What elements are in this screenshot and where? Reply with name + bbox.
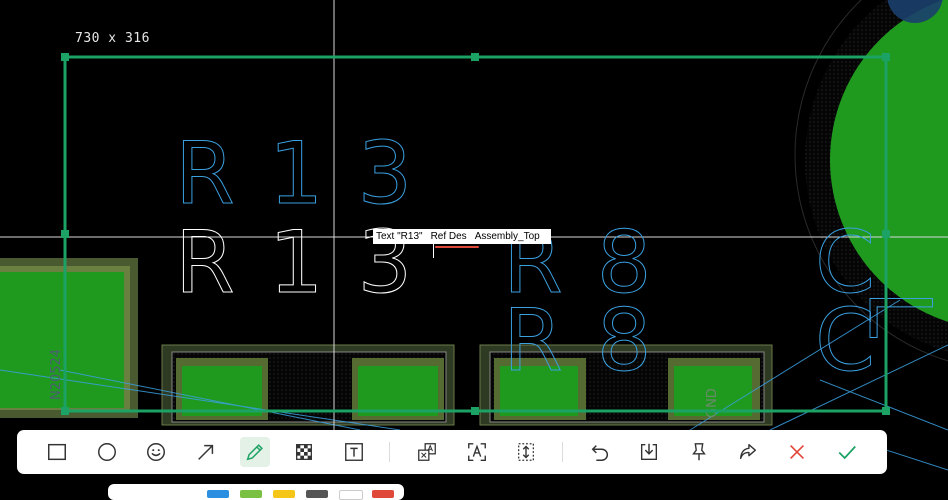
share-icon (739, 443, 757, 460)
close-icon (789, 444, 805, 460)
ellipse-tool[interactable] (92, 437, 122, 467)
undo-icon (591, 445, 608, 461)
color-swatch-blue[interactable] (207, 490, 229, 498)
text-cursor (433, 241, 434, 258)
handle-mr[interactable] (882, 230, 890, 238)
color-palette (108, 484, 404, 500)
circle-icon (98, 443, 116, 461)
arrow-tool[interactable] (191, 437, 221, 467)
handle-bm[interactable] (471, 407, 479, 415)
scroll-capture-tool[interactable] (511, 437, 541, 467)
handle-br[interactable] (882, 407, 890, 415)
save-tool[interactable] (634, 437, 664, 467)
ref-label-r13-blue: R13 (175, 124, 446, 224)
emoji-tool[interactable] (141, 437, 171, 467)
pin-tool[interactable] (684, 437, 714, 467)
handle-ml[interactable] (61, 230, 69, 238)
color-swatch-white[interactable] (339, 490, 363, 500)
ocr-tool[interactable] (462, 437, 492, 467)
arrow-icon (198, 444, 214, 460)
mosaic-tool[interactable] (289, 437, 319, 467)
smiley-icon (147, 443, 165, 461)
pen-tool[interactable] (240, 437, 270, 467)
tooltip-underline (435, 246, 479, 248)
net-label-n20524: N20524 (49, 349, 64, 400)
confirm-tool[interactable] (832, 437, 862, 467)
toolbar-separator (562, 442, 563, 462)
object-tooltip: Text "R13" Ref Des Assembly_Top (373, 229, 551, 248)
ref-label-r8-blue-2: R8 (503, 291, 685, 391)
mosaic-icon (296, 444, 312, 460)
text-icon (345, 443, 363, 461)
pad-left (0, 258, 138, 418)
tooltip-type: Ref Des (430, 231, 467, 242)
color-swatch-green[interactable] (240, 490, 262, 498)
annotation-toolbar (17, 430, 887, 474)
silk-letter-3: L (849, 290, 948, 338)
cancel-tool[interactable] (782, 437, 812, 467)
footprint-1 (161, 344, 455, 426)
handle-tm[interactable] (471, 53, 479, 61)
share-tool[interactable] (733, 437, 763, 467)
tooltip-object-text: Text "R13" (376, 231, 423, 242)
color-swatch-red[interactable] (372, 490, 394, 498)
ocr-icon (468, 443, 486, 461)
handle-tr[interactable] (882, 53, 890, 61)
handle-tl[interactable] (61, 53, 69, 61)
handle-bl[interactable] (61, 407, 69, 415)
rectangle-icon (48, 443, 66, 461)
scroll-icon (518, 443, 534, 461)
color-swatch-dark[interactable] (306, 490, 328, 498)
ref-label-r13-white: R13 (175, 213, 446, 313)
selection-size-label: 730 x 316 (75, 31, 150, 46)
color-swatch-yellow[interactable] (273, 490, 295, 498)
crosshair (0, 0, 948, 430)
tooltip-layer: Assembly_Top (474, 231, 540, 242)
pin-icon (692, 443, 706, 461)
toolbar-separator (389, 442, 390, 462)
translate-tool[interactable] (412, 437, 442, 467)
download-icon (640, 443, 658, 461)
net-label-gnd: GND (705, 388, 720, 418)
text-tool[interactable] (339, 437, 369, 467)
check-icon (838, 445, 856, 460)
undo-tool[interactable] (585, 437, 615, 467)
rectangle-tool[interactable] (42, 437, 72, 467)
translate-icon (418, 443, 436, 461)
pencil-icon (246, 444, 263, 461)
